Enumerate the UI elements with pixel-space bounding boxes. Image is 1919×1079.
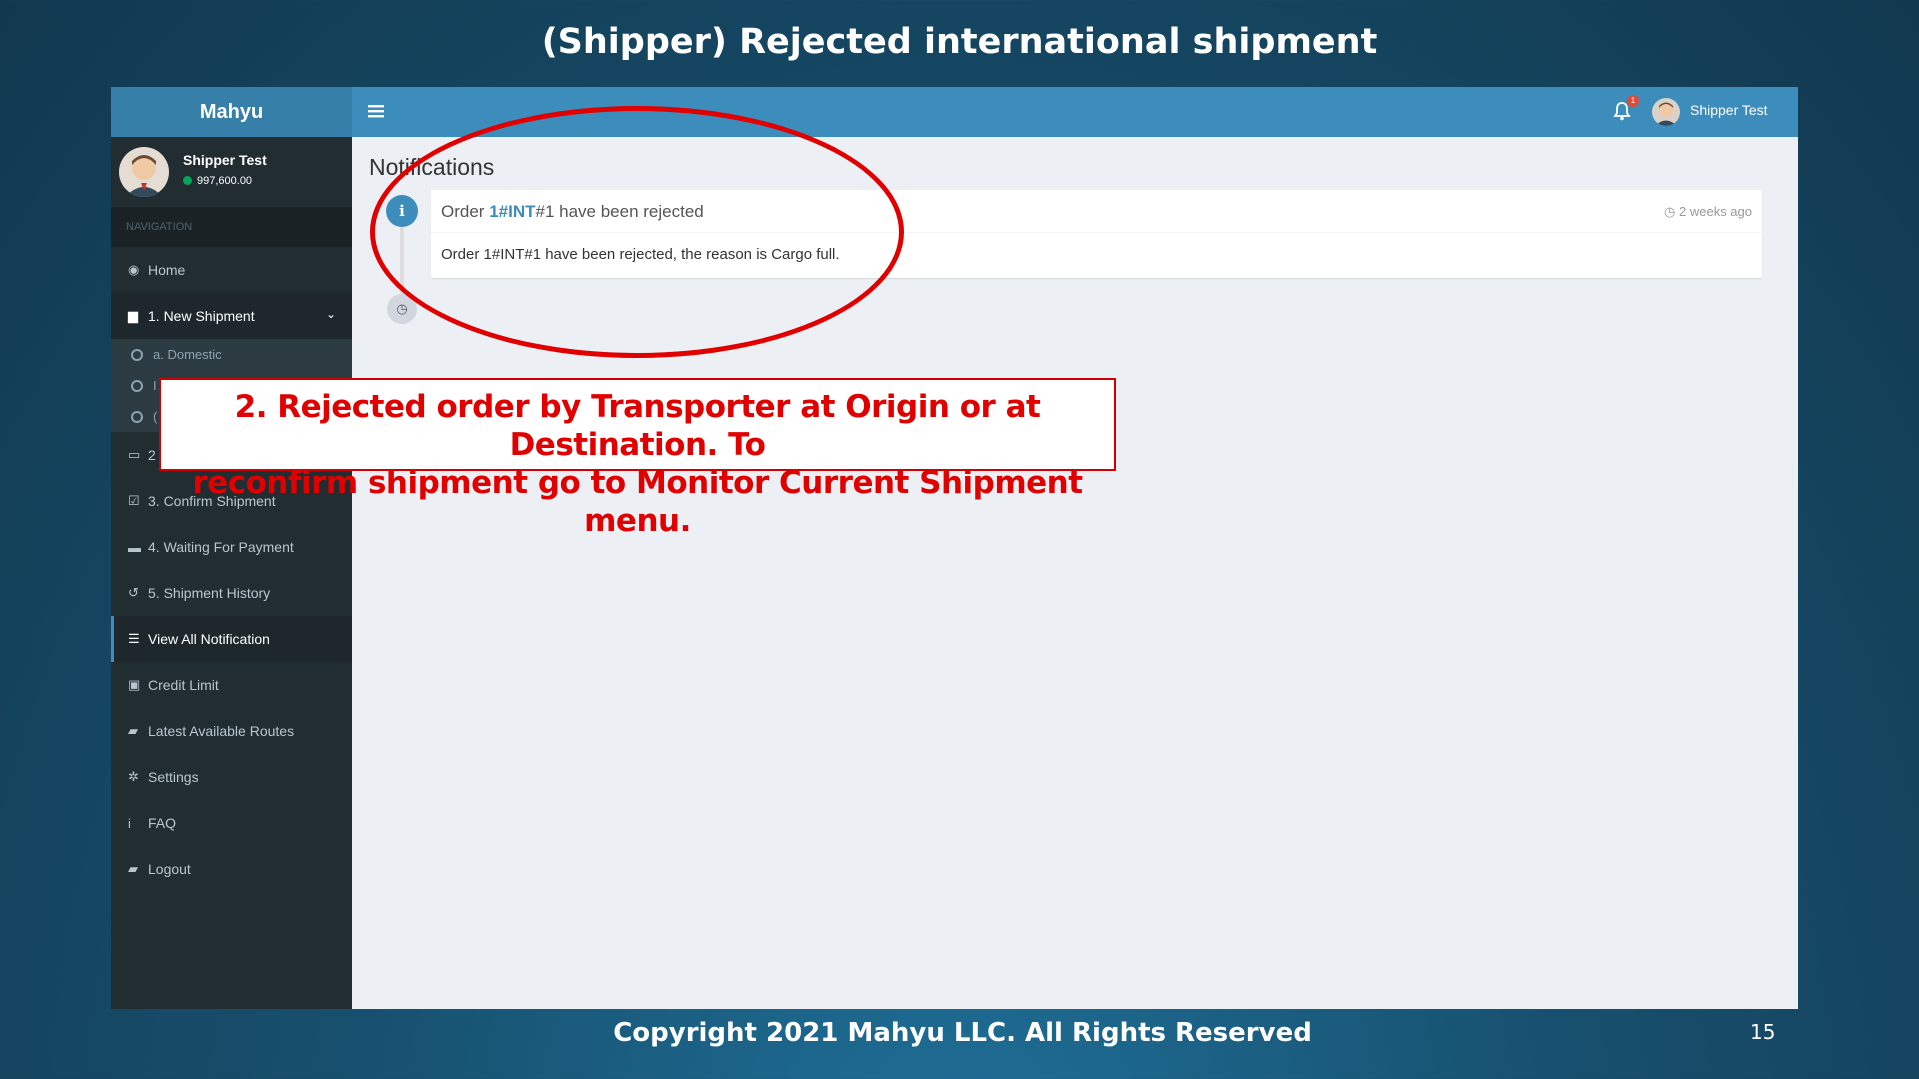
sidebar-toggle-button[interactable] xyxy=(364,100,388,124)
slide-footer: Copyright 2021 Mahyu LLC. All Rights Res… xyxy=(613,1018,1312,1048)
notification-count-badge: 1 xyxy=(1627,95,1639,107)
sidebar-item-latest-routes[interactable]: ▰ Latest Available Routes xyxy=(111,708,352,754)
user-avatar xyxy=(119,147,169,197)
check-square-icon: ☑ xyxy=(128,493,140,508)
highlight-ellipse xyxy=(370,106,904,358)
subnav-item-domestic[interactable]: a. Domestic xyxy=(111,339,352,370)
app-window: Mahyu 1 Shipper Test Shipper Test 997,60… xyxy=(111,87,1798,1009)
online-status-dot xyxy=(183,176,192,185)
circle-icon xyxy=(131,410,143,423)
user-panel: Shipper Test 997,600.00 xyxy=(111,137,352,207)
dashboard-icon: ◉ xyxy=(128,262,140,277)
book-icon: ▰ xyxy=(128,861,138,876)
list-icon: ☰ xyxy=(128,631,140,646)
credit-card-icon: ▬ xyxy=(128,539,141,555)
sidebar-item-new-shipment[interactable]: ▆ 1. New Shipment ⌄ xyxy=(111,293,352,339)
user-name: Shipper Test xyxy=(183,152,267,168)
annotation-callout: 2. Rejected order by Transporter at Orig… xyxy=(159,378,1116,539)
history-icon: ↺ xyxy=(128,585,139,600)
sidebar-item-logout[interactable]: ▰ Logout xyxy=(111,846,352,892)
clock-icon: ◷ xyxy=(1664,204,1679,219)
file-icon: ▆ xyxy=(128,308,138,323)
user-menu-name[interactable]: Shipper Test xyxy=(1690,102,1768,118)
chevron-down-icon: ⌄ xyxy=(325,307,336,321)
sidebar-item-view-all-notification[interactable]: ☰ View All Notification xyxy=(111,616,352,662)
app-logo[interactable]: Mahyu xyxy=(111,87,352,137)
slide-title: (Shipper) Rejected international shipmen… xyxy=(541,22,1378,62)
sidebar-item-settings[interactable]: ✲ Settings xyxy=(111,754,352,800)
circle-icon xyxy=(131,379,143,392)
money-icon: ▣ xyxy=(128,677,141,692)
circle-icon xyxy=(131,348,143,361)
hamburger-icon xyxy=(368,105,384,118)
gear-icon: ✲ xyxy=(128,769,139,784)
annotation-line-2: reconfirm shipment go to Monitor Current… xyxy=(192,465,1083,539)
sidebar: Shipper Test 997,600.00 NAVIGATION ◉ Home… xyxy=(111,137,352,1009)
sidebar-item-home[interactable]: ◉ Home xyxy=(111,247,352,293)
laptop-icon: ▭ xyxy=(128,447,141,462)
sidebar-item-faq[interactable]: i FAQ xyxy=(111,800,352,846)
book-icon: ▰ xyxy=(128,723,138,738)
sidebar-item-credit-limit[interactable]: ▣ Credit Limit xyxy=(111,662,352,708)
nav-header: NAVIGATION xyxy=(111,207,352,247)
sidebar-item-shipment-history[interactable]: ↺ 5. Shipment History xyxy=(111,570,352,616)
annotation-line-1: 2. Rejected order by Transporter at Orig… xyxy=(234,389,1041,463)
notification-time: ◷ 2 weeks ago xyxy=(1664,204,1752,219)
info-icon: i xyxy=(128,815,131,831)
page-number: 15 xyxy=(1750,1020,1776,1044)
avatar[interactable] xyxy=(1652,98,1680,126)
user-balance: 997,600.00 xyxy=(183,175,252,187)
